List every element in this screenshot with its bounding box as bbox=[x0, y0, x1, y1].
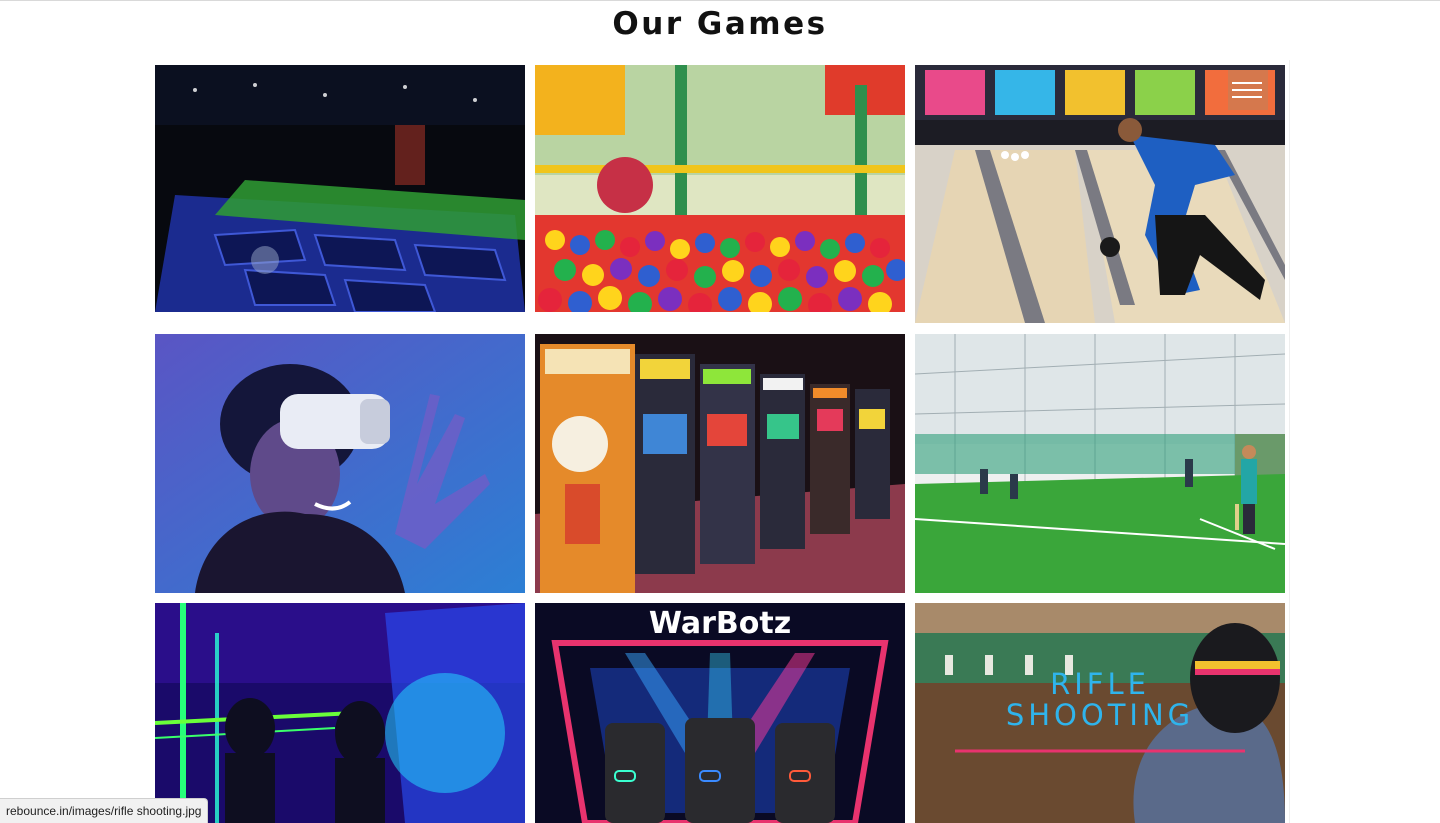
top-divider bbox=[0, 0, 1440, 1]
box-cricket-tile[interactable] bbox=[915, 334, 1285, 593]
menu-button[interactable] bbox=[1228, 70, 1268, 110]
warbotz-tile[interactable]: WarBotz bbox=[535, 603, 905, 823]
ball-pit-tile[interactable] bbox=[535, 65, 905, 312]
status-bar-url: rebounce.in/images/rifle shooting.jpg bbox=[0, 798, 209, 823]
arcade-games-tile[interactable] bbox=[535, 334, 905, 593]
rifle-shooting-caption-line2: SHOOTING bbox=[1005, 698, 1195, 732]
trampoline-park-tile[interactable] bbox=[155, 65, 525, 312]
gallery-edge-divider bbox=[1289, 60, 1290, 823]
page-title: Our Games bbox=[612, 6, 828, 42]
rifle-shooting-caption-line1: RIFLE bbox=[1050, 667, 1150, 701]
virtual-reality-tile[interactable] bbox=[155, 334, 525, 593]
warbotz-title: WarBotz bbox=[649, 606, 791, 641]
laser-tag-tile[interactable] bbox=[155, 603, 525, 823]
